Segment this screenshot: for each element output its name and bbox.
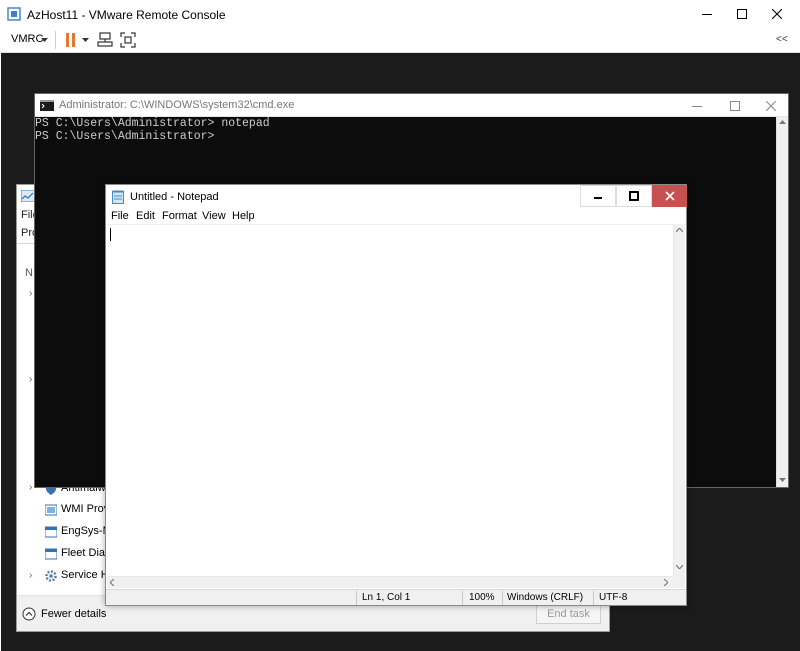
scroll-down-icon[interactable] [676, 565, 683, 569]
scrollbar-corner [673, 576, 685, 588]
expand-chevron-icon[interactable]: › [29, 374, 32, 385]
pause-button[interactable] [66, 33, 76, 47]
menu-view[interactable]: View [202, 210, 226, 222]
fewer-details-chevron-icon[interactable] [22, 607, 36, 621]
vmrc-toolbar: VMRC << [0, 28, 800, 53]
vmrc-app-icon [7, 7, 21, 21]
scroll-down-icon[interactable] [779, 478, 786, 482]
notepad-window-title: Untitled - Notepad [130, 191, 219, 203]
expand-chevron-icon[interactable]: › [29, 288, 32, 299]
minimize-icon [702, 14, 712, 15]
cmd-maximize-button[interactable] [716, 94, 754, 117]
collapse-toolbar-button[interactable]: << [776, 34, 788, 45]
menu-format[interactable]: Format [162, 210, 197, 222]
cmd-window-title: Administrator: C:\WINDOWS\system32\cmd.e… [59, 99, 295, 111]
minimize-icon [594, 197, 602, 199]
scroll-up-icon[interactable] [676, 228, 683, 232]
fullscreen-icon [120, 32, 136, 48]
send-ctrl-alt-del-button[interactable] [97, 32, 113, 48]
notepad-window: Untitled - Notepad File Edit Format View… [105, 184, 687, 606]
close-icon [664, 191, 675, 201]
column-header-name[interactable]: N [25, 267, 33, 279]
expand-chevron-icon[interactable]: › [29, 570, 32, 581]
end-task-label: End task [547, 608, 590, 620]
fullscreen-button[interactable] [120, 32, 136, 48]
maximize-icon [730, 100, 740, 111]
close-icon [772, 9, 782, 19]
task-manager-icon [21, 190, 35, 202]
notepad-close-button[interactable] [652, 185, 687, 207]
cmd-title-bar: Administrator: C:\WINDOWS\system32\cmd.e… [35, 94, 788, 117]
expand-chevron-icon[interactable]: › [29, 482, 32, 493]
gear-icon [45, 570, 57, 582]
maximize-icon [737, 9, 747, 19]
notepad-menu-bar: File Edit Format View Help [106, 209, 686, 224]
console-line: PS C:\Users\Administrator> notepad [35, 117, 270, 130]
text-cursor [110, 228, 111, 241]
status-cursor-position: Ln 1, Col 1 [362, 592, 411, 603]
close-button[interactable] [754, 0, 800, 28]
console-line: PS C:\Users\Administrator> [35, 130, 215, 143]
notepad-icon [112, 190, 124, 204]
scroll-left-icon[interactable] [110, 579, 114, 586]
network-computers-icon [97, 32, 113, 47]
pause-icon [66, 33, 75, 47]
maximize-icon [629, 191, 639, 201]
scroll-right-icon[interactable] [664, 579, 668, 586]
notepad-status-bar: Ln 1, Col 1 100% Windows (CRLF) UTF-8 [106, 589, 686, 605]
status-divider [593, 591, 594, 605]
status-line-ending: Windows (CRLF) [507, 592, 584, 603]
vmrc-window-title: AzHost11 - VMware Remote Console [27, 8, 226, 22]
status-divider [462, 591, 463, 605]
notepad-vertical-scrollbar[interactable] [673, 224, 685, 576]
vmrc-title-bar: AzHost11 - VMware Remote Console [0, 0, 800, 28]
minimize-icon [692, 105, 702, 107]
menu-file[interactable]: File [111, 210, 129, 222]
status-divider [502, 591, 503, 605]
notepad-title-bar: Untitled - Notepad [106, 185, 687, 209]
status-encoding: UTF-8 [599, 592, 628, 603]
close-icon [766, 100, 776, 111]
notepad-text-area[interactable] [107, 224, 685, 576]
cmd-scrollbar[interactable] [776, 117, 788, 487]
toolbar-divider [55, 31, 56, 49]
notepad-maximize-button[interactable] [616, 185, 652, 207]
window-icon [45, 526, 57, 538]
cmd-close-button[interactable] [752, 94, 790, 117]
chevron-down-icon[interactable] [41, 38, 48, 42]
pause-dropdown-icon[interactable] [82, 38, 89, 42]
notepad-minimize-button[interactable] [580, 185, 616, 207]
fewer-details-link[interactable]: Fewer details [41, 608, 106, 620]
status-zoom: 100% [469, 592, 495, 603]
status-divider [356, 591, 357, 605]
menu-help[interactable]: Help [232, 210, 255, 222]
end-task-button[interactable]: End task [536, 604, 601, 624]
window-icon [45, 548, 57, 560]
scroll-up-icon[interactable] [779, 120, 786, 124]
cmd-icon [40, 100, 54, 111]
wmi-icon [45, 504, 57, 516]
notepad-horizontal-scrollbar[interactable] [107, 576, 673, 588]
vmrc-menu-button[interactable]: VMRC [11, 33, 43, 45]
menu-edit[interactable]: Edit [136, 210, 155, 222]
cmd-minimize-button[interactable] [678, 94, 716, 117]
